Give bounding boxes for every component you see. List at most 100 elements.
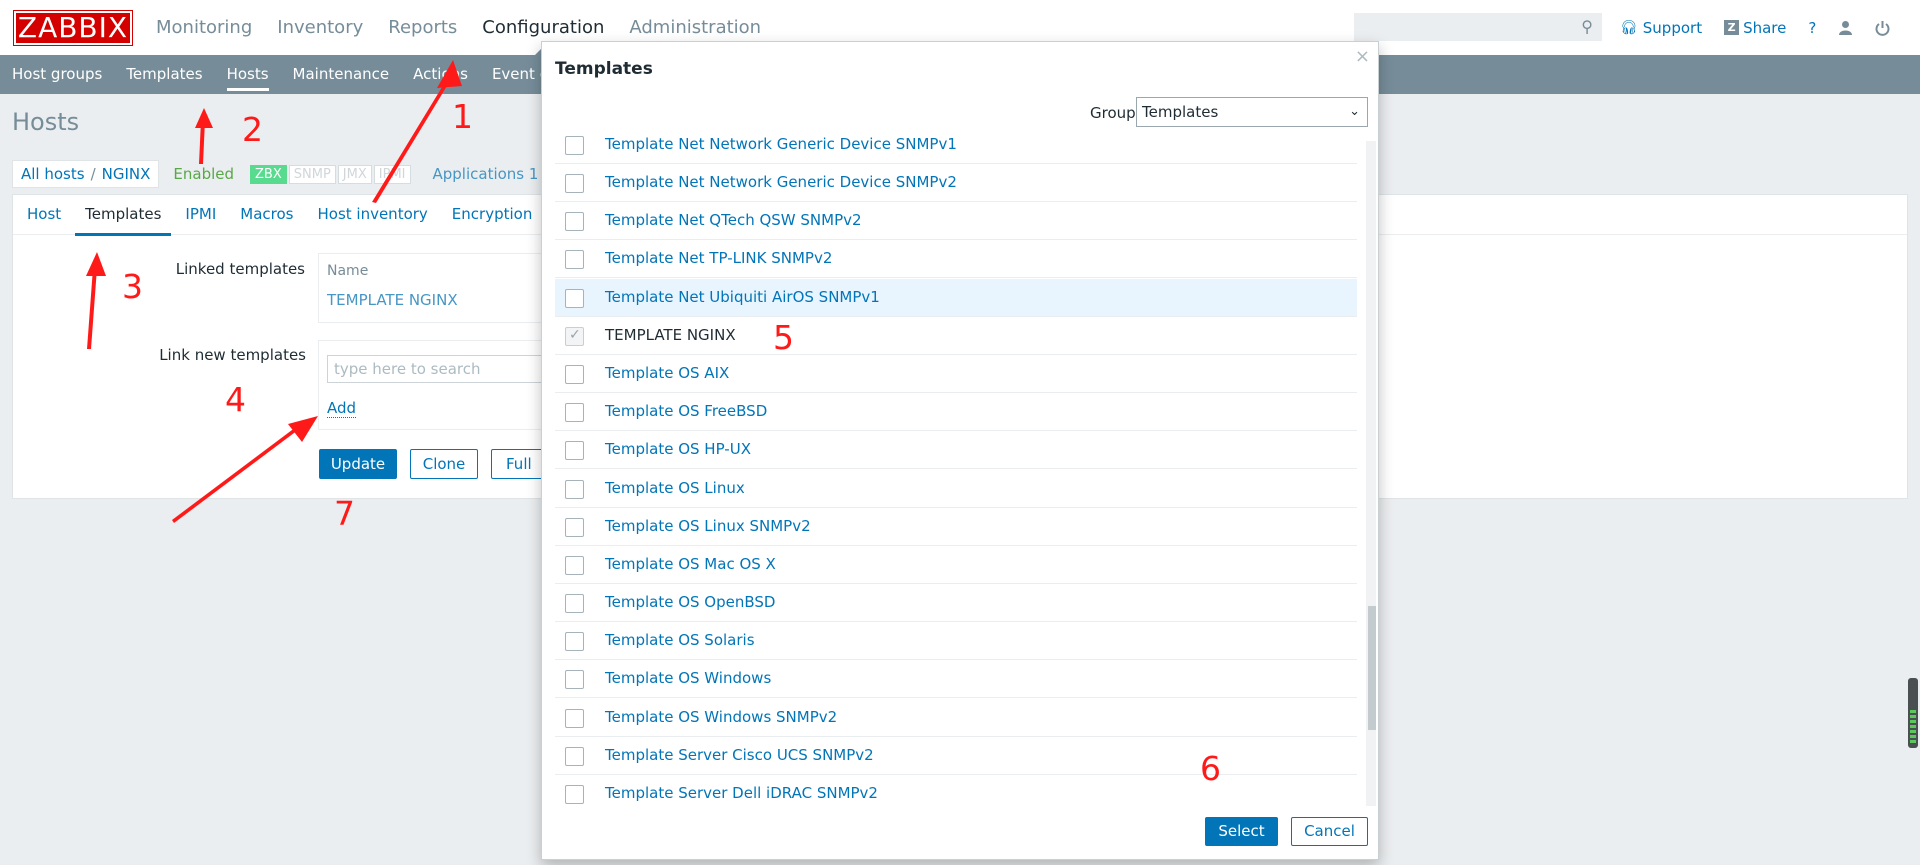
template-checkbox[interactable] [565,709,584,728]
template-name[interactable]: Template Net Ubiquiti AirOS SNMPv1 [605,288,880,306]
list-item[interactable]: Template Net QTech QSW SNMPv2 [555,202,1357,240]
template-name[interactable]: Template Net QTech QSW SNMPv2 [605,211,862,229]
template-name[interactable]: Template Server Dell iDRAC SNMPv2 [605,784,878,802]
template-name[interactable]: Template OS AIX [605,364,729,382]
list-item[interactable]: Template OS Mac OS X [555,546,1357,584]
template-checkbox[interactable] [565,670,584,689]
list-item[interactable]: Template OS Windows SNMPv2 [555,699,1357,737]
template-checkbox[interactable] [565,250,584,269]
list-item[interactable]: Template OS HP-UX [555,431,1357,469]
annotation-label-1: 1 [452,97,473,136]
menu-reports[interactable]: Reports [388,0,457,55]
template-name[interactable]: Template OS FreeBSD [605,402,767,420]
template-checkbox-checked [565,327,584,346]
list-item[interactable]: Template Server Cisco UCS SNMPv2 [555,737,1357,775]
template-checkbox[interactable] [565,632,584,651]
volume-meter-widget[interactable] [1908,678,1918,748]
breadcrumb-all-hosts[interactable]: All hosts [21,165,85,183]
template-checkbox[interactable] [565,365,584,384]
list-item[interactable]: Template Server Dell iDRAC SNMPv2 [555,775,1357,806]
template-name[interactable]: Template OS Mac OS X [605,555,776,573]
clone-button[interactable]: Clone [410,449,478,479]
template-name[interactable]: Template Net TP-LINK SNMPv2 [605,249,832,267]
template-name[interactable]: Template Server Cisco UCS SNMPv2 [605,746,874,764]
close-icon[interactable]: × [1355,46,1370,67]
template-name[interactable]: Template OS Windows SNMPv2 [605,708,837,726]
menu-inventory[interactable]: Inventory [277,0,363,55]
jmx-badge: JMX [337,164,372,184]
template-search-input[interactable] [327,355,559,383]
template-checkbox[interactable] [565,174,584,193]
tab-host[interactable]: Host [27,195,61,234]
update-button[interactable]: Update [319,449,397,479]
tab-encryption[interactable]: Encryption [452,195,533,234]
annotation-arrow-2-head [195,108,213,128]
submenu-host-groups[interactable]: Host groups [12,55,102,94]
list-item[interactable]: Template Net Ubiquiti AirOS SNMPv1 [555,279,1357,317]
add-template-link[interactable]: Add [327,399,357,418]
linked-template-link[interactable]: TEMPLATE NGINX [327,291,458,309]
template-name[interactable]: Template OS HP-UX [605,440,751,458]
annotation-label-2: 2 [242,110,263,149]
zbx-badge: ZBX [250,164,287,184]
template-checkbox[interactable] [565,556,584,575]
list-item[interactable]: Template OS Linux SNMPv2 [555,508,1357,546]
support-link[interactable]: 🎧︎ Support [1620,19,1702,37]
sign-out-icon[interactable] [1875,20,1890,36]
tab-macros[interactable]: Macros [240,195,293,234]
template-name[interactable]: Template Net Network Generic Device SNMP… [605,173,957,191]
cancel-button[interactable]: Cancel [1291,817,1368,846]
list-item[interactable]: Template Net Network Generic Device SNMP… [555,136,1357,164]
template-checkbox[interactable] [565,518,584,537]
scrollbar-thumb[interactable] [1368,606,1376,730]
annotation-label-3: 3 [122,267,143,306]
template-checkbox[interactable] [565,212,584,231]
template-name[interactable]: Template OS Windows [605,669,771,687]
share-link[interactable]: Z Share [1724,19,1786,37]
page-title: Hosts [12,108,80,136]
menu-monitoring[interactable]: Monitoring [156,0,252,55]
template-name[interactable]: Template OS Solaris [605,631,755,649]
list-item[interactable]: Template OS Solaris [555,622,1357,660]
template-checkbox[interactable] [565,594,584,613]
submenu-hosts[interactable]: Hosts [226,55,269,94]
support-label: Support [1642,18,1703,37]
template-checkbox[interactable] [565,289,584,308]
list-item[interactable]: Template Net Network Generic Device SNMP… [555,164,1357,202]
group-select[interactable]: Templates ⌄ [1136,97,1368,127]
template-checkbox[interactable] [565,441,584,460]
template-name[interactable]: Template Net Network Generic Device SNMP… [605,136,957,153]
list-item[interactable]: Template OS AIX [555,355,1357,393]
select-button[interactable]: Select [1205,817,1278,846]
template-checkbox[interactable] [565,747,584,766]
template-checkbox[interactable] [565,785,584,804]
list-item[interactable]: Template Net TP-LINK SNMPv2 [555,240,1357,278]
chevron-down-icon: ⌄ [1349,104,1360,119]
tab-host-inventory[interactable]: Host inventory [317,195,427,234]
list-item[interactable]: Template OS OpenBSD [555,584,1357,622]
user-profile-icon[interactable] [1838,20,1853,35]
host-navigation: All hosts / NGINX Enabled ZBX SNMP JMX I… [12,160,538,188]
search-icon[interactable]: ⚲ [1581,17,1593,36]
list-item[interactable]: Template OS Windows [555,660,1357,698]
template-name[interactable]: Template OS Linux SNMPv2 [605,517,811,535]
list-item[interactable]: Template OS Linux [555,470,1357,508]
tab-ipmi[interactable]: IPMI [185,195,216,234]
help-link[interactable]: ? [1808,19,1816,37]
zabbix-logo[interactable]: ZABBIX [13,10,133,46]
tab-templates[interactable]: Templates [75,195,172,236]
template-name[interactable]: Template OS Linux [605,479,745,497]
submenu-actions[interactable]: Actions [413,55,468,94]
submenu-maintenance[interactable]: Maintenance [293,55,390,94]
breadcrumb-host[interactable]: NGINX [102,165,151,183]
applications-link[interactable]: Applications 1 [433,165,539,183]
template-checkbox[interactable] [565,403,584,422]
linked-templates-label: Linked templates [175,260,305,278]
template-name[interactable]: Template OS OpenBSD [605,593,775,611]
linked-templates-table: Name TEMPLATE NGINX [318,253,558,323]
template-checkbox[interactable] [565,480,584,499]
submenu-templates[interactable]: Templates [126,55,202,94]
list-item[interactable]: Template OS FreeBSD [555,393,1357,431]
global-search-input[interactable]: ⚲ [1354,13,1602,41]
template-checkbox[interactable] [565,136,584,155]
